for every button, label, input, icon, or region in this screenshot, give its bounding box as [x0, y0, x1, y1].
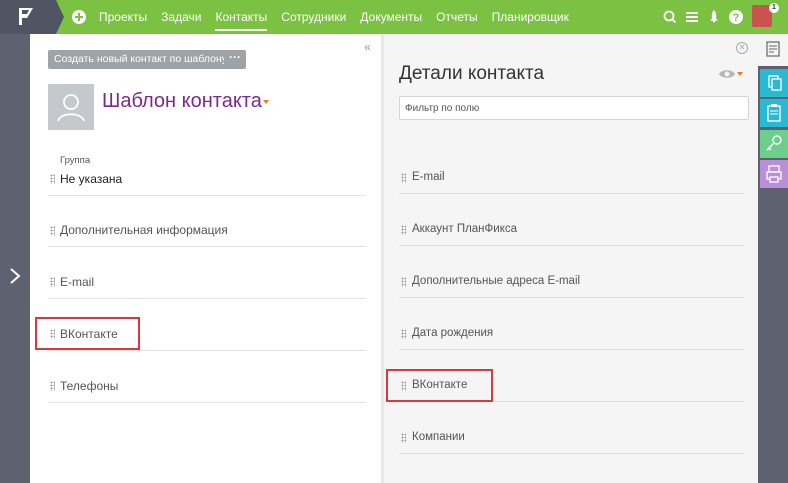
edit-note-icon [766, 41, 780, 57]
drag-handle-icon[interactable] [401, 329, 406, 339]
more-actions-button[interactable]: ··· [224, 50, 246, 69]
field-row[interactable]: Компании [399, 402, 744, 454]
right-toolbar [758, 34, 788, 483]
group-value: Не указана [60, 172, 123, 186]
nav-tasks[interactable]: Задачи [154, 0, 208, 34]
clipboard-button[interactable] [760, 99, 788, 127]
drag-handle-icon[interactable] [50, 381, 55, 391]
top-bar: Проекты Задачи Контакты Сотрудники Докум… [0, 0, 788, 34]
field-filter-input[interactable] [399, 96, 749, 120]
key-icon [766, 135, 782, 151]
flag-logo-icon [19, 8, 33, 25]
field-name: Телефоны [60, 379, 119, 393]
field-name: Компании [412, 431, 465, 443]
field-row[interactable]: Аккаунт ПланФикса [399, 194, 744, 246]
copy-button[interactable] [760, 69, 788, 97]
field-row[interactable]: E-mail [399, 142, 744, 194]
logo-notch [56, 0, 64, 34]
field-row[interactable]: Дополнительная информация [48, 196, 366, 247]
drag-handle-icon[interactable] [401, 173, 406, 183]
drag-handle-icon[interactable] [401, 277, 406, 287]
field-name: E-mail [60, 275, 95, 289]
field-name: E-mail [412, 171, 445, 183]
group-field[interactable]: Группа Не указана [48, 148, 366, 196]
notes-button[interactable] [758, 34, 788, 66]
rocket-icon[interactable] [706, 9, 722, 25]
eye-dropdown-icon[interactable] [737, 72, 743, 76]
highlight-box [386, 369, 493, 402]
close-icon[interactable]: ✕ [736, 42, 748, 54]
key-button[interactable] [760, 130, 788, 158]
field-row[interactable]: Дополнительные адреса E-mail [399, 246, 744, 298]
print-button[interactable] [760, 160, 788, 188]
printer-icon [766, 165, 782, 183]
chevron-right-icon[interactable] [8, 266, 22, 286]
group-label: Группа [60, 155, 91, 166]
contact-details-panel: ✕ Детали контакта E-mail Аккаунт ПланФик… [384, 34, 758, 483]
drag-handle-icon[interactable] [50, 226, 55, 236]
menu-icon[interactable] [684, 9, 700, 25]
title-dropdown-icon[interactable] [263, 100, 269, 104]
help-icon[interactable]: ? [728, 9, 744, 25]
person-placeholder-icon [57, 94, 85, 122]
collapse-panel-icon[interactable]: « [364, 40, 371, 54]
nav-contacts[interactable]: Контакты [208, 0, 274, 34]
field-row[interactable]: Телефоны [48, 351, 366, 403]
nav-planner[interactable]: Планировщик [485, 0, 576, 34]
field-name: Аккаунт ПланФикса [412, 223, 518, 235]
contact-template-panel: « Создать новый контакт по шаблону ··· Ш… [30, 34, 381, 483]
details-title: Детали контакта [399, 63, 545, 84]
user-avatar[interactable]: 1 [752, 3, 779, 27]
left-collapse-strip[interactable] [0, 34, 30, 483]
search-icon[interactable] [662, 9, 678, 25]
eye-icon[interactable] [718, 68, 736, 80]
drag-handle-icon[interactable] [401, 433, 406, 443]
nav-projects[interactable]: Проекты [92, 0, 154, 34]
nav-reports[interactable]: Отчеты [429, 0, 484, 34]
field-name: Дополнительные адреса E-mail [412, 275, 581, 287]
field-row[interactable]: Дата рождения [399, 298, 744, 350]
highlight-box [35, 317, 140, 350]
page-title: Шаблон контакта [102, 90, 262, 112]
copy-icon [768, 75, 782, 91]
create-from-template-button[interactable]: Создать новый контакт по шаблону [48, 50, 234, 69]
svg-text:?: ? [733, 12, 740, 24]
field-name: Дата рождения [412, 327, 494, 339]
nav-documents[interactable]: Документы [353, 0, 429, 34]
drag-handle-icon[interactable] [50, 174, 55, 184]
clipboard-icon [767, 104, 781, 122]
contact-avatar[interactable] [48, 84, 94, 130]
drag-handle-icon[interactable] [401, 225, 406, 235]
notification-badge: 1 [769, 3, 779, 13]
main-nav: Проекты Задачи Контакты Сотрудники Докум… [92, 0, 576, 34]
drag-handle-icon[interactable] [50, 277, 55, 287]
add-icon[interactable] [72, 10, 86, 24]
field-name: Дополнительная информация [60, 223, 228, 237]
nav-employees[interactable]: Сотрудники [274, 0, 353, 34]
field-row[interactable]: E-mail [48, 247, 366, 299]
planfix-logo[interactable] [0, 0, 56, 34]
